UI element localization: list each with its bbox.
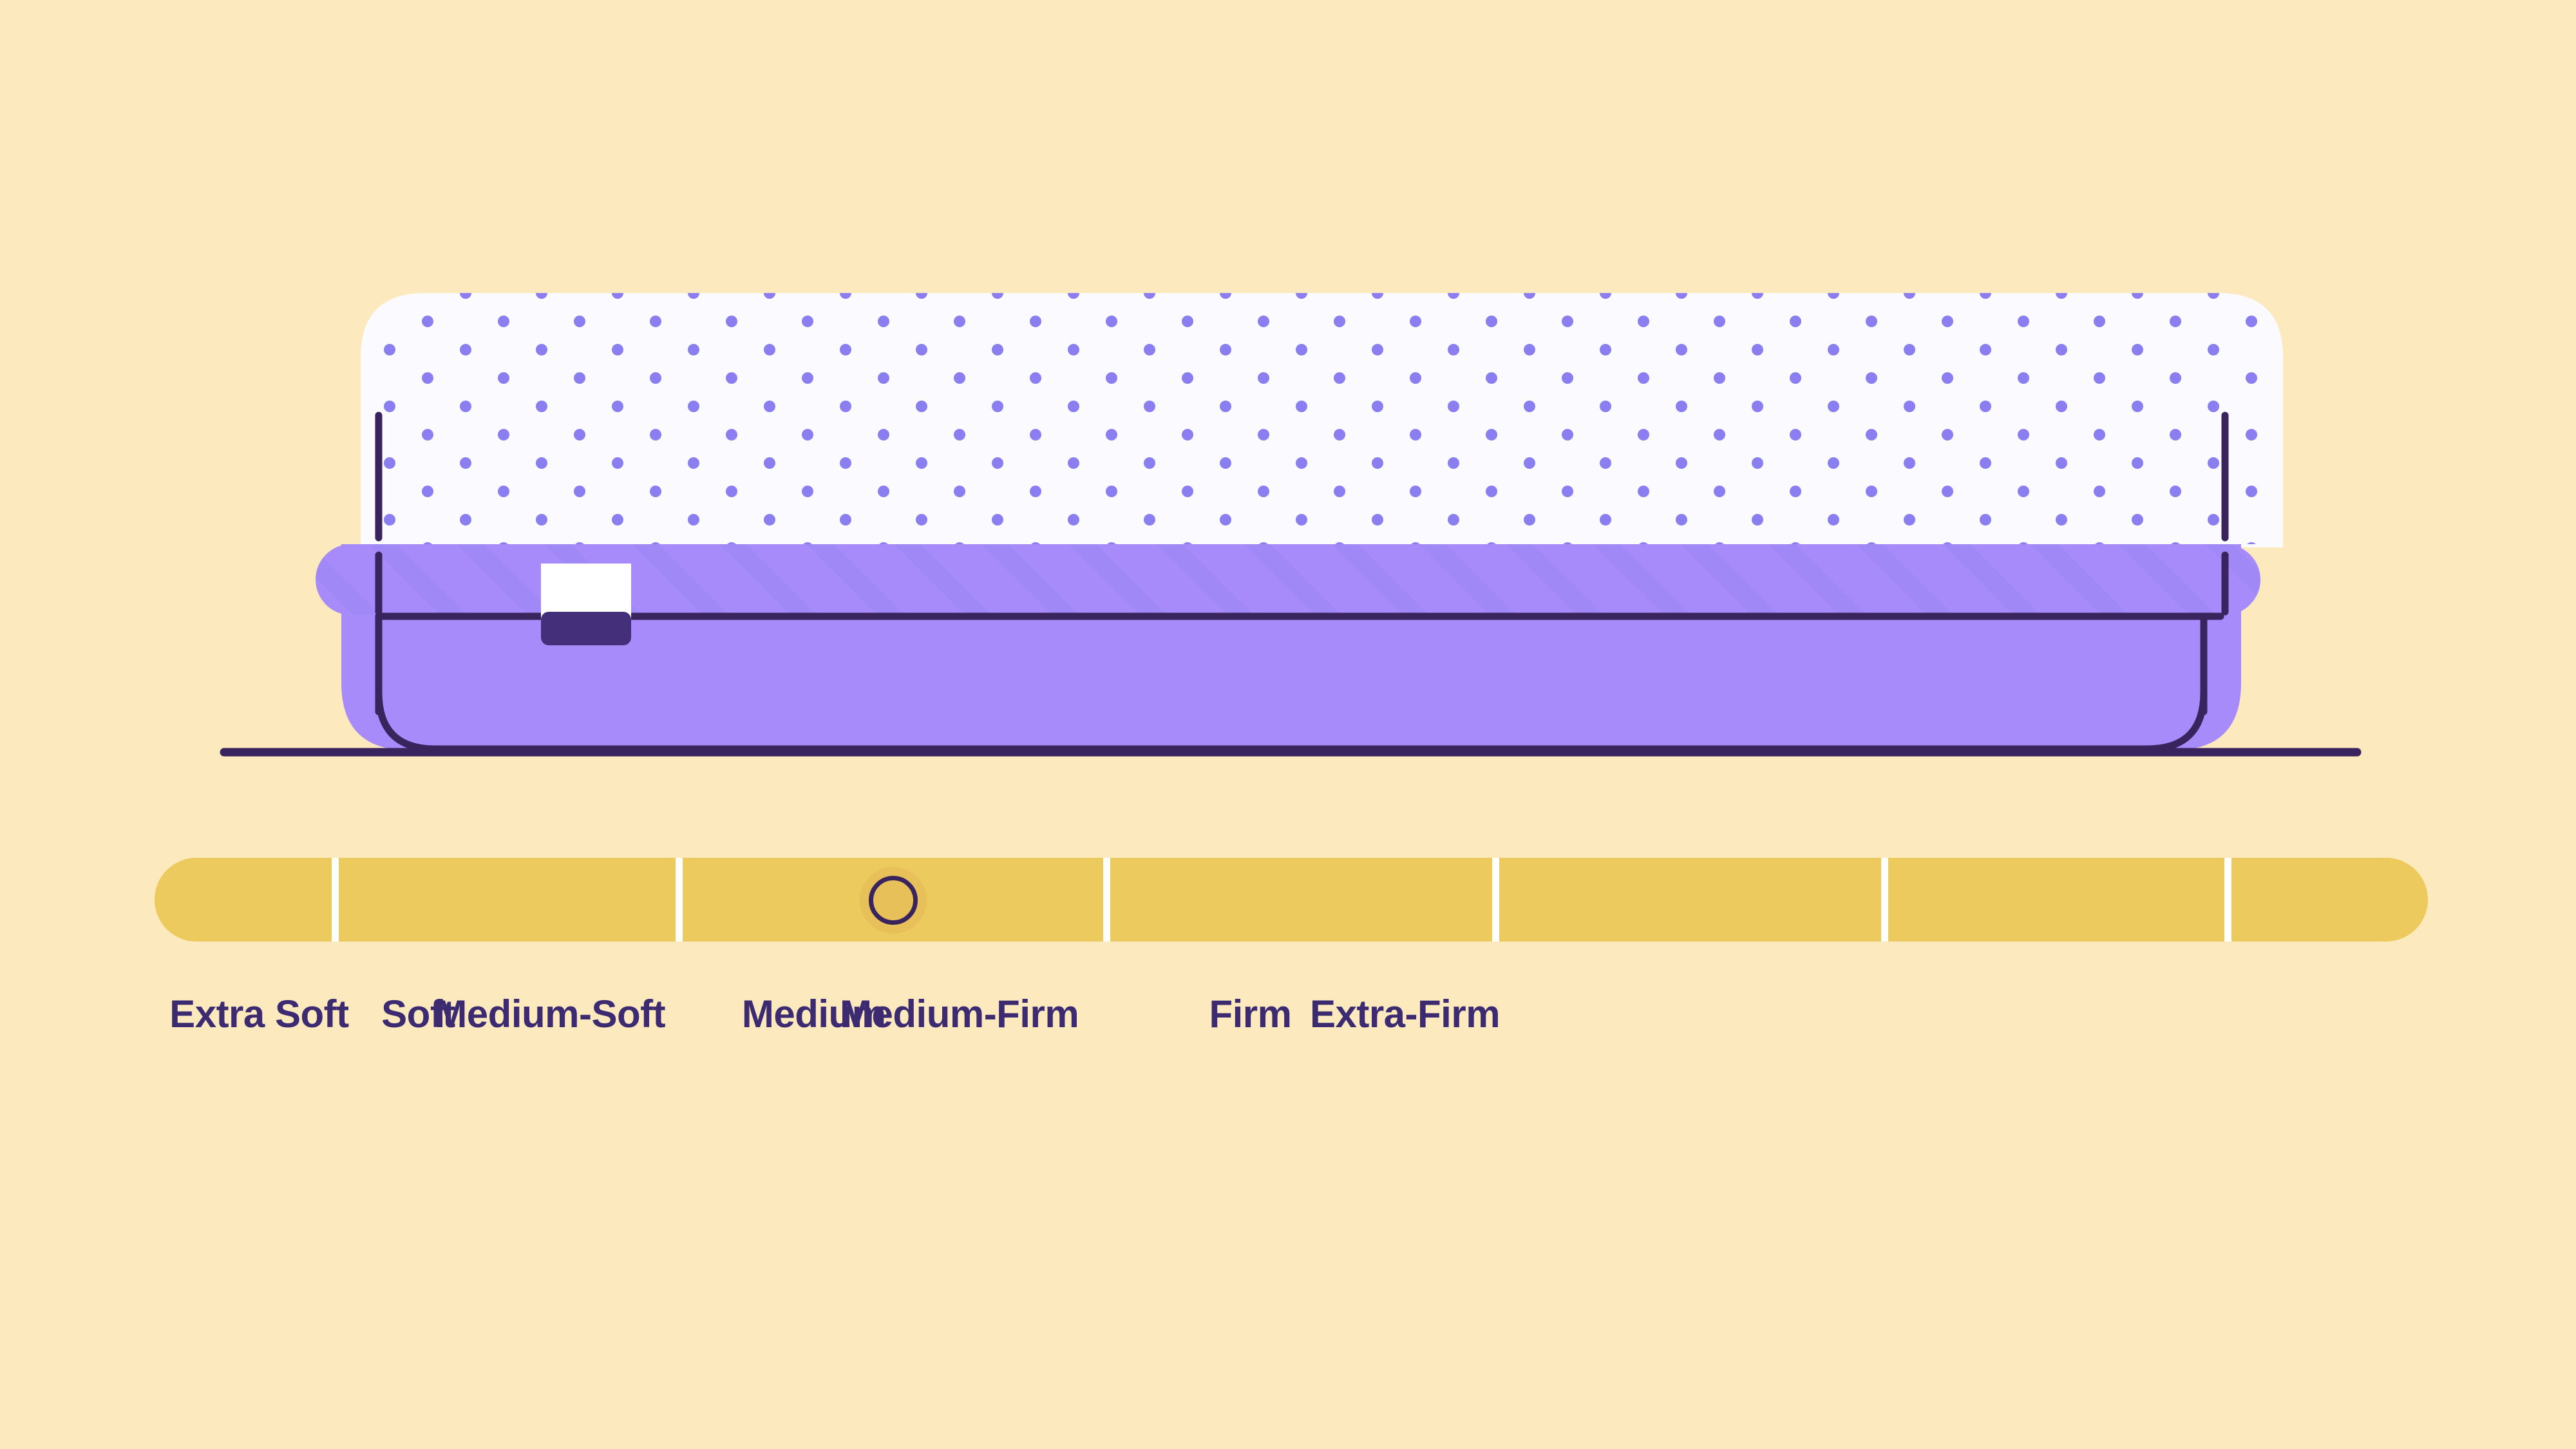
slider-thumb[interactable] <box>860 867 927 934</box>
slider-thumb-ring <box>869 876 918 925</box>
mattress-label-tag <box>541 564 631 645</box>
firmness-label-medium-soft[interactable]: Medium-Soft <box>435 992 665 1036</box>
firmness-label-firm[interactable]: Firm <box>1209 992 1292 1036</box>
slider-segment-extra-soft[interactable] <box>155 858 332 942</box>
slider-segment-divider <box>1103 858 1110 942</box>
slider-segment-extra-firm[interactable] <box>2231 858 2428 942</box>
slider-segment-soft[interactable] <box>339 858 676 942</box>
slider-segment-divider <box>675 858 683 942</box>
slider-segment-divider <box>1880 858 1888 942</box>
slider-track[interactable] <box>155 858 2428 942</box>
firmness-label-extra-soft[interactable]: Extra Soft <box>169 992 349 1036</box>
slider-segment-divider <box>1492 858 1499 942</box>
firmness-labels: Extra Soft Soft Medium-Soft Medium Medium-Fi… <box>155 992 2428 1050</box>
firmness-slider[interactable] <box>155 858 2428 943</box>
slider-segment-medium[interactable] <box>1110 858 1492 942</box>
firmness-label-medium-firm[interactable]: Medium-Firm <box>840 992 1079 1036</box>
firmness-label-extra-firm[interactable]: Extra-Firm <box>1310 992 1501 1036</box>
slider-segment-medium-firm[interactable] <box>1499 858 1881 942</box>
slider-segment-firm[interactable] <box>1888 858 2225 942</box>
mattress-illustration <box>0 0 2576 811</box>
illustration-canvas: Extra Soft Soft Medium-Soft Medium Medium-Fi… <box>0 0 2576 1449</box>
top-comfort-layer <box>361 293 2283 547</box>
slider-segment-divider <box>332 858 339 942</box>
slider-segment-divider <box>2224 858 2232 942</box>
